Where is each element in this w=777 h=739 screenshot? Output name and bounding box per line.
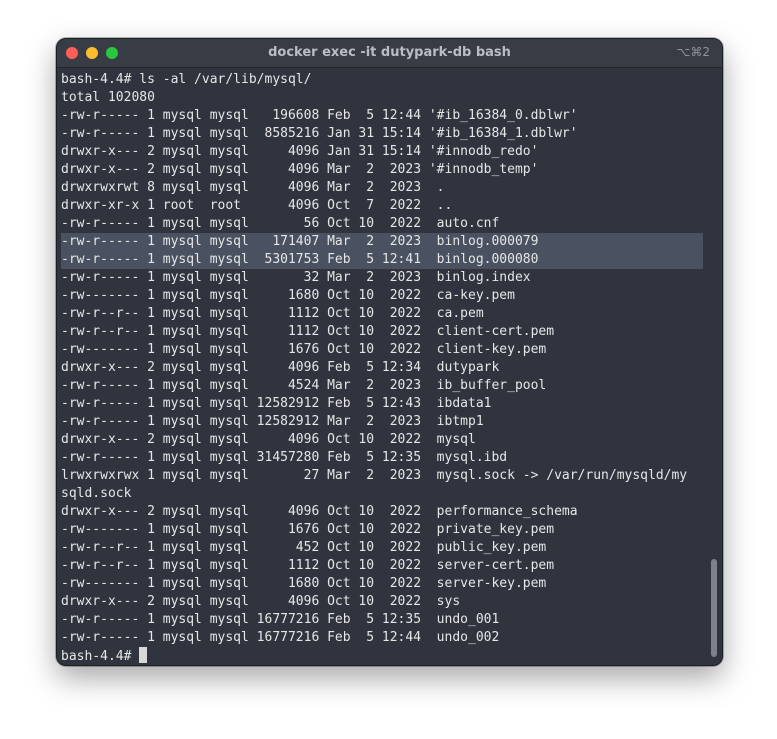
listing-line: -rw-r----- 1 mysql mysql 5301753 Feb 5 1… xyxy=(61,251,703,269)
listing-line: -rw-r----- 1 mysql mysql 171407 Mar 2 20… xyxy=(61,233,703,251)
listing-line: -rw------- 1 mysql mysql 1680 Oct 10 202… xyxy=(61,288,515,303)
listing-line: drwxr-x--- 2 mysql mysql 4096 Jan 31 15:… xyxy=(61,144,539,159)
total-line: total 102080 xyxy=(61,90,155,105)
listing-line: -rw-r----- 1 mysql mysql 32 Mar 2 2023 b… xyxy=(61,270,531,285)
listing-line: lrwxrwxrwx 1 mysql mysql 27 Mar 2 2023 m… xyxy=(61,468,688,483)
listing-line: -rw-r----- 1 mysql mysql 56 Oct 10 2022 … xyxy=(61,216,500,231)
scrollbar-thumb[interactable] xyxy=(711,559,717,657)
terminal-output[interactable]: bash-4.4# ls -al /var/lib/mysql/ total 1… xyxy=(57,68,722,665)
listing-line: -rw-r----- 1 mysql mysql 8585216 Jan 31 … xyxy=(61,126,578,141)
listing-line: drwxr-x--- 2 mysql mysql 4096 Oct 10 202… xyxy=(61,594,461,609)
listing-line: drwxr-xr-x 1 root root 4096 Oct 7 2022 .… xyxy=(61,198,453,213)
listing-line: -rw-r----- 1 mysql mysql 16777216 Feb 5 … xyxy=(61,612,500,627)
title-bar[interactable]: docker exec -it dutypark-db bash ⌥⌘2 xyxy=(57,39,722,68)
listing-line: -rw------- 1 mysql mysql 1680 Oct 10 202… xyxy=(61,576,547,591)
listing-line: -rw-r----- 1 mysql mysql 12582912 Feb 5 … xyxy=(61,396,492,411)
terminal-window: docker exec -it dutypark-db bash ⌥⌘2 bas… xyxy=(56,38,723,666)
listing-line: -rw-r--r-- 1 mysql mysql 452 Oct 10 2022… xyxy=(61,540,547,555)
listing-line: sqld.sock xyxy=(61,486,132,501)
listing-line: -rw-r----- 1 mysql mysql 31457280 Feb 5 … xyxy=(61,450,508,465)
command-line: bash-4.4# ls -al /var/lib/mysql/ xyxy=(61,72,312,87)
listing-line: -rw------- 1 mysql mysql 1676 Oct 10 202… xyxy=(61,342,547,357)
listing-line: drwxr-x--- 2 mysql mysql 4096 Oct 10 202… xyxy=(61,432,476,447)
text-cursor xyxy=(139,647,148,663)
listing-line: drwxr-x--- 2 mysql mysql 4096 Mar 2 2023… xyxy=(61,162,539,177)
prompt-line[interactable]: bash-4.4# xyxy=(61,647,722,665)
listing-line: drwxr-x--- 2 mysql mysql 4096 Feb 5 12:3… xyxy=(61,360,500,375)
listing-line: -rw-r----- 1 mysql mysql 4524 Mar 2 2023… xyxy=(61,378,547,393)
listing-line: -rw-r--r-- 1 mysql mysql 1112 Oct 10 202… xyxy=(61,306,484,321)
listing-line: drwxr-x--- 2 mysql mysql 4096 Oct 10 202… xyxy=(61,504,578,519)
listing-line: -rw-r--r-- 1 mysql mysql 1112 Oct 10 202… xyxy=(61,558,555,573)
prompt: bash-4.4# xyxy=(61,649,140,664)
listing-line: -rw-r--r-- 1 mysql mysql 1112 Oct 10 202… xyxy=(61,324,555,339)
listing-line: -rw-r----- 1 mysql mysql 16777216 Feb 5 … xyxy=(61,630,500,645)
listing-line: -rw-r----- 1 mysql mysql 196608 Feb 5 12… xyxy=(61,108,578,123)
listing-line: -rw------- 1 mysql mysql 1676 Oct 10 202… xyxy=(61,522,555,537)
directory-listing: -rw-r----- 1 mysql mysql 196608 Feb 5 12… xyxy=(61,107,722,647)
listing-line: drwxrwxrwt 8 mysql mysql 4096 Mar 2 2023… xyxy=(61,180,445,195)
window-title: docker exec -it dutypark-db bash xyxy=(268,45,511,60)
window-shortcut: ⌥⌘2 xyxy=(676,45,710,59)
listing-line: -rw-r----- 1 mysql mysql 12582912 Mar 2 … xyxy=(61,414,484,429)
